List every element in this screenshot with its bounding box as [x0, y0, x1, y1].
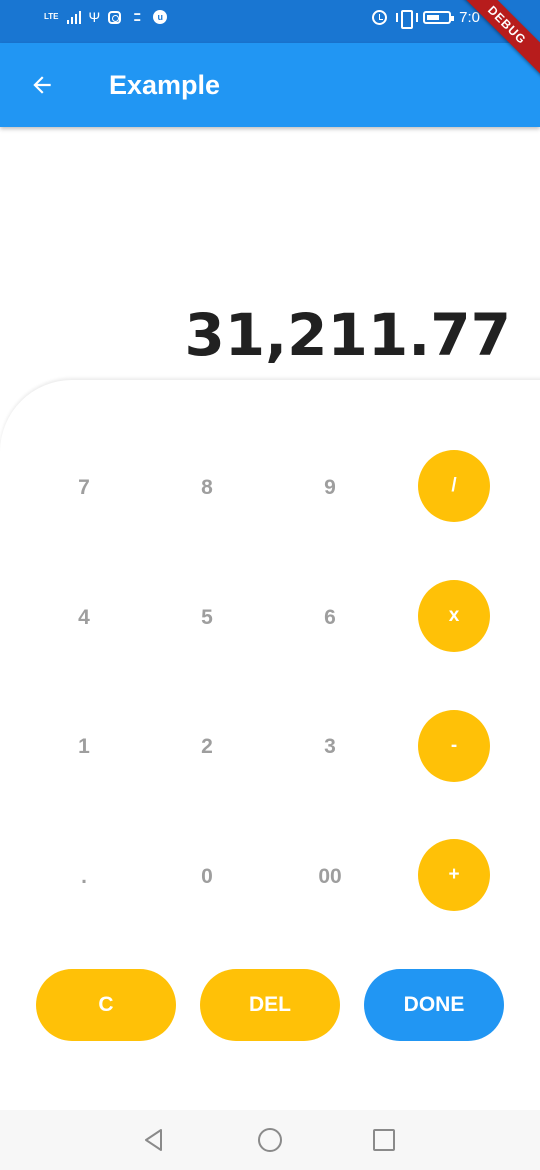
key-8[interactable]: 8: [171, 452, 243, 524]
status-right-icons: 7:0: [372, 9, 480, 29]
key-3[interactable]: 3: [294, 711, 366, 783]
app-icon: u: [153, 10, 168, 24]
instagram-icon: [108, 10, 122, 24]
nav-home-button[interactable]: [254, 1124, 286, 1156]
key-00[interactable]: 00: [294, 841, 366, 913]
key-2[interactable]: 2: [171, 711, 243, 783]
status-time: 7:0: [459, 9, 480, 26]
battery-icon: [423, 11, 455, 24]
system-nav-bar: [0, 1110, 540, 1170]
status-left-icons: LTE Ψ ▬ ▬ u: [44, 9, 168, 25]
key-multiply[interactable]: x: [418, 580, 490, 652]
key-0[interactable]: 0: [171, 841, 243, 913]
done-button[interactable]: DONE: [364, 969, 504, 1041]
key-5[interactable]: 5: [171, 582, 243, 654]
back-button[interactable]: [20, 63, 64, 107]
key-7[interactable]: 7: [48, 452, 120, 524]
app-bar: Example: [0, 43, 540, 127]
message-icon: ▬ ▬: [134, 11, 141, 23]
key-9[interactable]: 9: [294, 452, 366, 524]
vibrate-icon: [395, 10, 419, 29]
delete-button[interactable]: DEL: [200, 969, 340, 1041]
key-add[interactable]: +: [418, 839, 490, 911]
key-decimal[interactable]: .: [48, 841, 120, 913]
status-bar: LTE Ψ ▬ ▬ u 7:0: [0, 0, 540, 43]
key-4[interactable]: 4: [48, 582, 120, 654]
back-triangle-icon: [145, 1129, 162, 1151]
key-divide[interactable]: /: [418, 450, 490, 522]
recents-square-icon: [373, 1129, 395, 1151]
key-1[interactable]: 1: [48, 711, 120, 783]
nav-recents-button[interactable]: [368, 1124, 400, 1156]
nav-back-button[interactable]: [138, 1124, 170, 1156]
key-6[interactable]: 6: [294, 582, 366, 654]
signal-icon: [66, 10, 81, 24]
arrow-back-icon: [33, 76, 51, 94]
calculator-display: 31,211.77: [184, 301, 511, 369]
home-circle-icon: [258, 1128, 282, 1152]
alarm-icon: [372, 10, 388, 25]
page-title: Example: [109, 70, 221, 100]
clear-button[interactable]: C: [36, 969, 176, 1041]
network-type-label: LTE: [44, 12, 59, 21]
usb-icon: Ψ: [88, 9, 101, 25]
key-subtract[interactable]: -: [418, 710, 490, 782]
